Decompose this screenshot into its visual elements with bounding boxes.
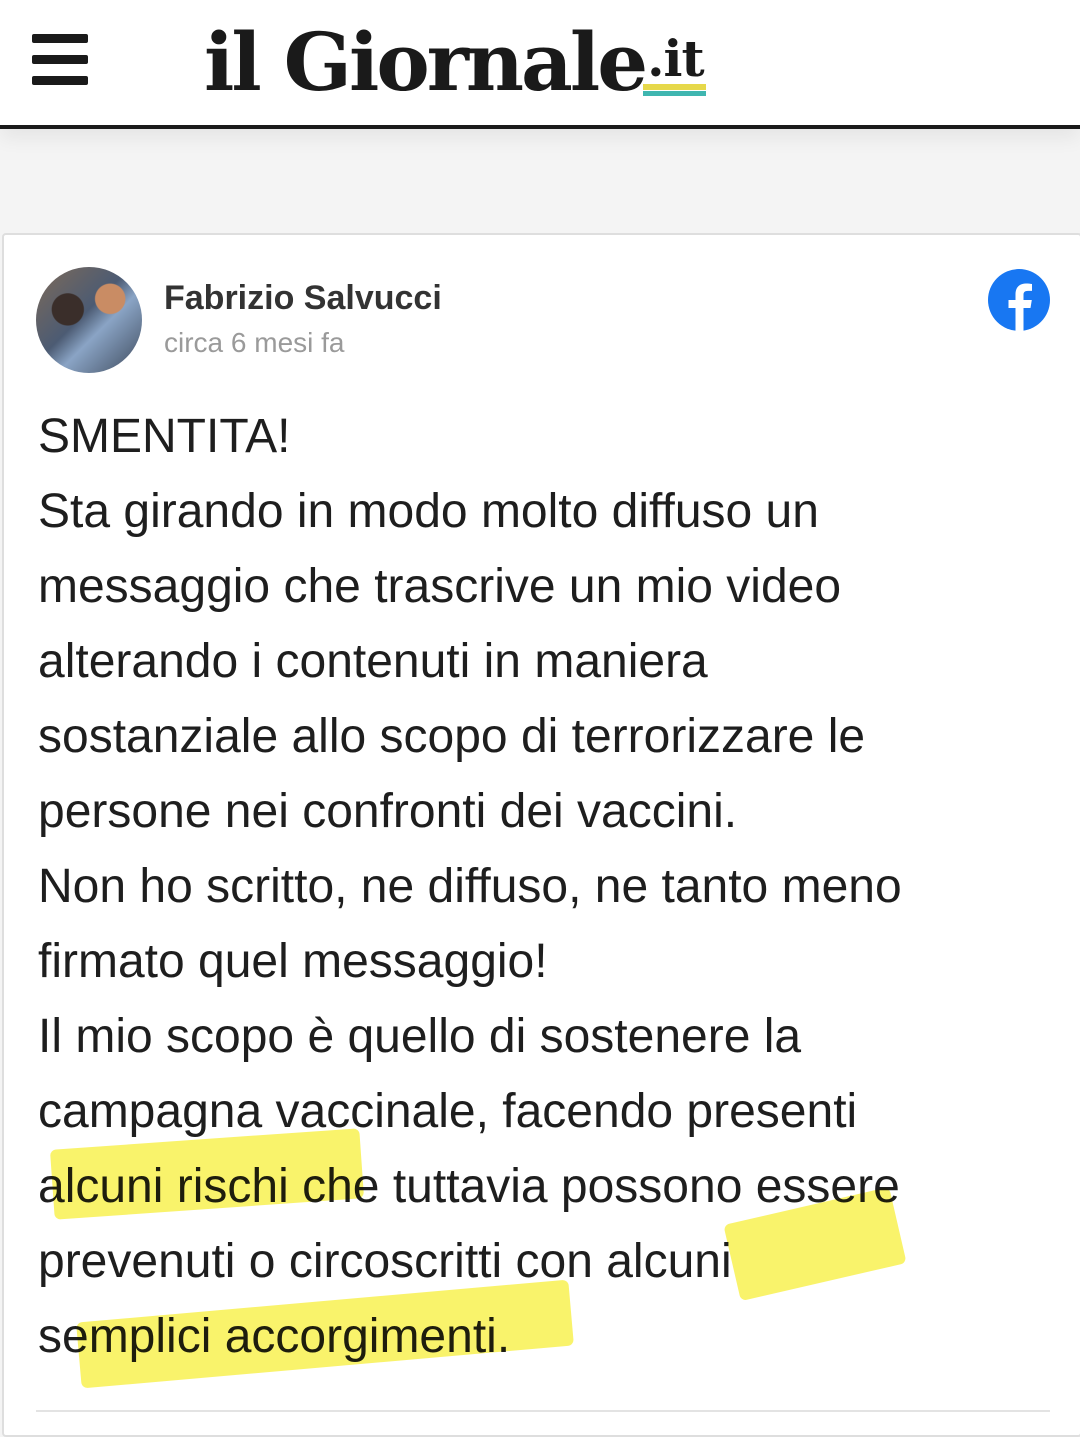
author-avatar[interactable] [36,267,142,373]
author-name[interactable]: Fabrizio Salvucci [164,279,442,318]
hamburger-line [32,76,88,85]
post-body-text: SMENTITA! Sta girando in modo molto diff… [38,410,902,1363]
logo-tld-label: .it [647,29,704,88]
card-divider [36,1410,1050,1412]
site-logo[interactable]: il Giornale.it [204,14,706,110]
embedded-post-card: Fabrizio Salvucci circa 6 mesi fa SMENTI… [2,233,1080,1437]
facebook-icon[interactable] [988,269,1050,331]
hamburger-line [32,34,88,43]
logo-tld-text: .it [643,34,706,96]
hamburger-menu-icon[interactable] [32,34,88,86]
site-header: il Giornale.it [0,0,1080,129]
logo-main-text: il Giornale [204,15,648,109]
logo-underline-yellow [643,84,706,90]
post-timestamp: circa 6 mesi fa [164,327,345,358]
hamburger-line [32,55,88,64]
logo-underline-teal [643,91,706,96]
